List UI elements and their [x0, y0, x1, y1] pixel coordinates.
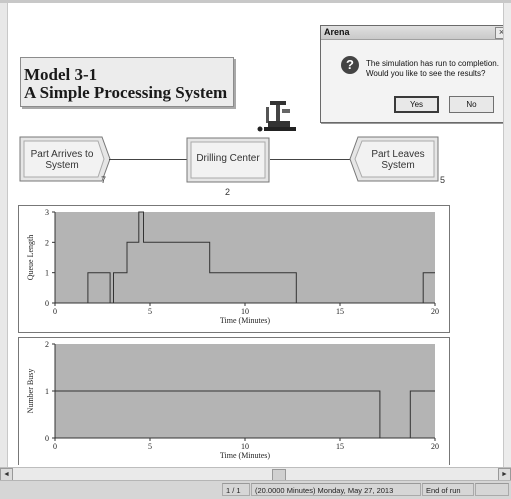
queue-length-plot: 0 1 2 3 0 5 10 15 20 Time (Minutes) Queue Length [26, 208, 439, 325]
y-tick-label: 2 [45, 340, 49, 349]
dialog-titlebar[interactable]: Arena × [321, 26, 503, 40]
create-module-number: 7 [101, 175, 107, 185]
x-tick-label: 0 [53, 442, 57, 451]
status-page: 1 / 1 [222, 483, 250, 496]
arena-dialog: Arena × ? The simulation has run to comp… [320, 25, 503, 123]
y-tick-label: 0 [45, 299, 49, 308]
model-title-box: Model 3-1 A Simple Processing System [20, 57, 236, 109]
create-module-label-line1: Part Arrives to [30, 149, 94, 160]
horizontal-scrollbar[interactable]: ◄ ► [0, 467, 511, 481]
y-axis-label: Number Busy [26, 369, 35, 414]
model-title-panel: Model 3-1 A Simple Processing System [20, 57, 234, 107]
yes-button[interactable]: Yes [394, 96, 439, 113]
number-busy-plot: 0120 5 10 15 20Time (Minutes)Number Busy [26, 340, 439, 460]
queue-length-chart[interactable]: 0 1 2 3 0 5 10 15 20 Time (Minutes) Queue Length [18, 205, 450, 333]
status-time: (20.0000 Minutes) Monday, May 27, 2013 [251, 483, 421, 496]
y-tick-label: 1 [45, 269, 49, 278]
model-canvas[interactable]: Model 3-1 A Simple Processing System Par… [8, 3, 503, 465]
close-icon[interactable]: × [495, 27, 503, 39]
dispose-module-label-line2: System [381, 160, 415, 171]
number-busy-chart[interactable]: 0 1 2 0 5 10 15 20 Time (Minutes) Number Busy [18, 337, 450, 465]
x-tick-label: 20 [431, 307, 439, 316]
x-axis-label: Time (Minutes) [220, 451, 270, 460]
status-bar: 1 / 1 (20.0000 Minutes) Monday, May 27, … [0, 480, 511, 499]
vertical-scrollbar[interactable] [503, 3, 511, 467]
dispose-module-number: 5 [440, 175, 446, 185]
plot-area [55, 212, 435, 303]
status-extra [475, 483, 509, 496]
model-title-line2: A Simple Processing System [24, 83, 228, 102]
connector-process-leave[interactable] [270, 159, 350, 160]
model-title-line1: Model 3-1 [24, 65, 98, 84]
dialog-message-line2: Would you like to see the results? [366, 69, 486, 78]
no-button[interactable]: No [449, 96, 494, 113]
x-tick-label: 15 [336, 442, 344, 451]
connector-arrive-process[interactable] [109, 159, 187, 160]
left-margin [0, 3, 8, 467]
create-module-label-line2: System [45, 160, 79, 171]
x-tick-label: 20 [431, 442, 439, 451]
y-tick-label: 3 [45, 208, 49, 217]
dialog-message-line1: The simulation has run to completion. [366, 59, 499, 68]
drilling-machine-picture [257, 101, 296, 132]
y-tick-label: 2 [45, 238, 49, 247]
y-tick-label: 0 [45, 434, 49, 443]
y-axis-label: Queue Length [26, 235, 35, 281]
x-tick-label: 10 [241, 442, 249, 451]
x-tick-label: 5 [148, 442, 152, 451]
dialog-title: Arena [324, 27, 350, 37]
x-tick-label: 5 [148, 307, 152, 316]
x-tick-label: 10 [241, 307, 249, 316]
x-tick-label: 0 [53, 307, 57, 316]
x-tick-label: 15 [336, 307, 344, 316]
x-axis-label: Time (Minutes) [220, 316, 270, 325]
dispose-module-label-line1: Part Leaves [371, 149, 425, 160]
y-tick-label: 1 [45, 387, 49, 396]
question-icon: ? [341, 56, 359, 74]
status-state: End of run [422, 483, 474, 496]
process-module-number: 2 [225, 187, 231, 197]
arena-window: Model 3-1 A Simple Processing System Par… [0, 0, 511, 499]
process-module-label: Drilling Center [196, 153, 260, 164]
